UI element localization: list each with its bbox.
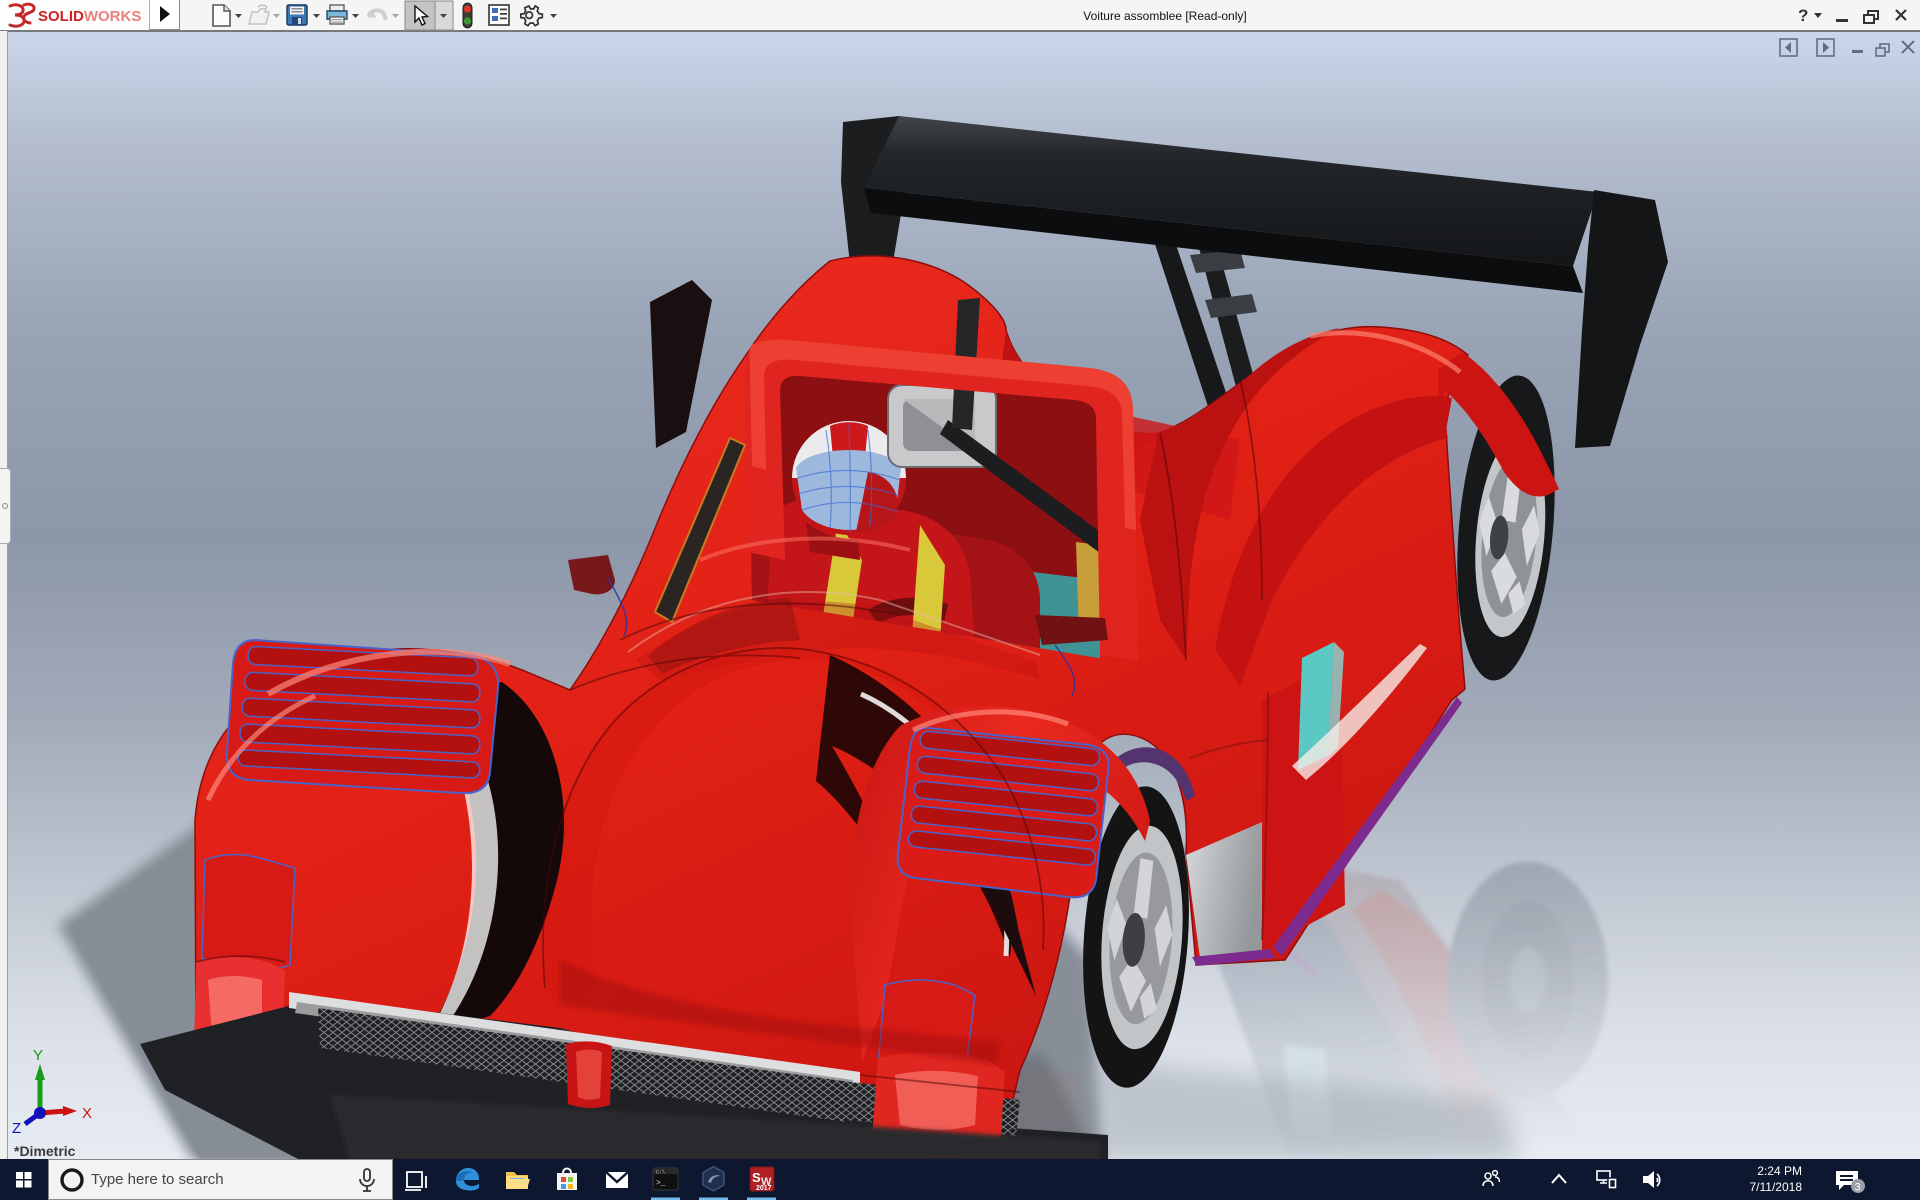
svg-text:3: 3 (1855, 1182, 1861, 1194)
svg-text:?: ? (1798, 6, 1808, 25)
svg-text:X: X (82, 1105, 92, 1122)
svg-text:C:\: C:\ (656, 1170, 665, 1176)
svg-text:S: S (752, 1170, 761, 1185)
svg-text:2017: 2017 (756, 1185, 772, 1192)
svg-text:>_: >_ (656, 1179, 666, 1188)
svg-text:Y: Y (33, 1047, 43, 1064)
svg-text:Z: Z (12, 1120, 21, 1137)
svg-text:SOLIDWORKS: SOLIDWORKS (38, 8, 141, 25)
